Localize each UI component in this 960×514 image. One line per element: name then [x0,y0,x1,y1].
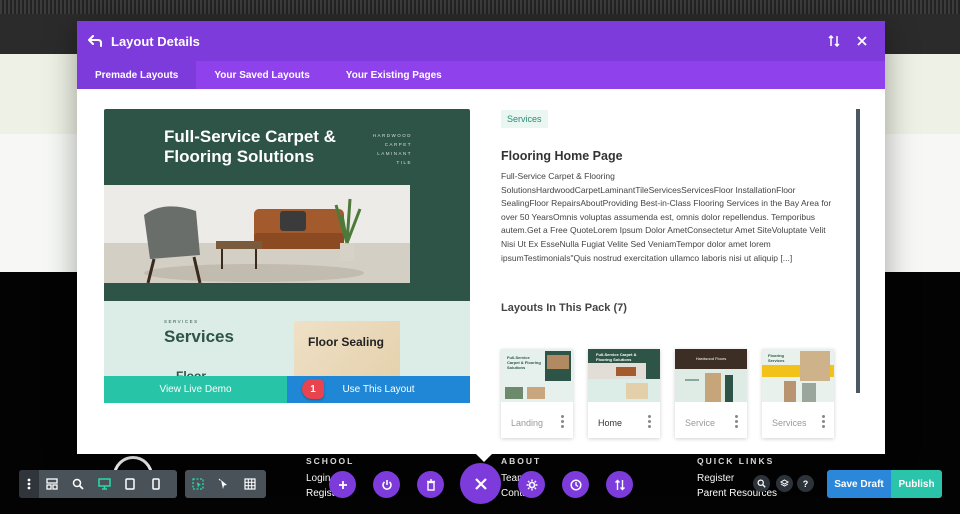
view-live-demo-button[interactable]: View Live Demo [104,376,287,403]
footer-heading: SCHOOL [306,456,355,466]
sort-arrows-icon[interactable] [827,34,841,48]
more-options-icon[interactable] [735,415,738,428]
settings-gear-icon[interactable] [518,471,545,498]
thumb-title: Hardwood Floors [695,356,727,361]
layout-preview-image: Full-Service Carpet & Flooring Solutions… [104,109,470,403]
tab-saved-layouts[interactable]: Your Saved Layouts [196,61,327,89]
phone-icon[interactable] [143,470,169,498]
publish-button[interactable]: Publish [891,470,942,498]
save-draft-button[interactable]: Save Draft [827,470,891,498]
layout-name: Flooring Home Page [501,149,623,163]
page-top-strip [0,0,960,14]
category-tag[interactable]: Services [501,110,548,128]
preview-room-photo [104,185,410,283]
pack-layout-services[interactable]: Flooring Services Services [762,349,834,438]
thumb-label: Landing [511,418,544,428]
preview-list-item: TILE [396,160,412,165]
more-options-icon[interactable] [561,415,564,428]
thumb-title: Full-Service Carpet & Flooring Solutions [507,355,541,370]
tablet-icon[interactable] [117,470,143,498]
layout-details-modal: Layout Details Premade Layouts Your Save… [77,21,885,454]
modal-title: Layout Details [111,33,200,49]
thumb-label: Home [598,418,623,428]
tab-premade-layouts[interactable]: Premade Layouts [77,61,197,89]
preview-hero-title: Full-Service Carpet & Flooring Solutions [164,127,336,166]
preview-list-item: HARDWOOD [372,133,412,138]
close-icon[interactable] [855,34,869,48]
thumb-title: Full-Service Carpet & Flooring Solutions [596,352,637,362]
preview-hero-list: HARDWOOD CARPET LAMINANT TILE [373,131,412,167]
zoom-icon[interactable] [65,470,91,498]
thumb-label: Service [685,418,716,428]
preview-hero: Full-Service Carpet & Flooring Solutions… [104,109,470,301]
modal-pointer [476,454,492,462]
power-icon[interactable] [373,471,400,498]
history-clock-icon[interactable] [562,471,589,498]
thumb-image: Hardwood Floors [675,349,747,402]
menu-dots-icon[interactable] [19,470,39,498]
back-arrow-icon[interactable] [87,33,103,49]
layers-icon[interactable] [776,475,793,492]
click-mode-icon[interactable] [185,470,211,498]
step-badge: 1 [302,379,324,399]
editor-mode-toolbar [185,470,266,498]
desktop-icon[interactable] [91,470,117,498]
thumb-label: Services [772,418,807,428]
thumb-image: Full-Service Carpet & Flooring Solutions [588,349,660,402]
preview-list-item: LAMINANT [377,151,412,156]
search-icon[interactable] [753,475,770,492]
pack-title: Layouts In This Pack (7) [501,302,627,314]
preview-card-title: Floor Sealing [308,335,385,349]
help-icon[interactable]: ? [797,475,814,492]
thumb-image: Flooring Services [762,349,834,402]
layout-info: Services Flooring Home Page Full-Service… [501,109,837,265]
more-options-icon[interactable] [822,415,825,428]
modal-tabs: Premade Layouts Your Saved Layouts Your … [77,61,885,89]
footer-heading: ABOUT [501,456,542,466]
more-options-icon[interactable] [648,415,651,428]
preview-list-item: CARPET [384,142,412,147]
scrollbar[interactable] [856,109,860,393]
hover-mode-icon[interactable] [211,470,237,498]
grid-mode-icon[interactable] [237,470,263,498]
thumb-image: Full-Service Carpet & Flooring Solutions [501,349,573,402]
preview-section-small: SERVICES [164,319,199,324]
modal-header: Layout Details [77,21,885,61]
pack-layout-landing[interactable]: Full-Service Carpet & Flooring Solutions… [501,349,573,438]
tab-existing-pages[interactable]: Your Existing Pages [328,61,460,89]
portability-icon[interactable] [606,471,633,498]
layout-description: Full-Service Carpet & Flooring Solutions… [501,171,832,263]
thumb-title: Flooring Services [768,353,785,363]
trash-icon[interactable] [417,471,444,498]
pack-layout-home[interactable]: Full-Service Carpet & Flooring Solutions… [588,349,660,438]
wireframe-icon[interactable] [39,470,65,498]
modal-body: Full-Service Carpet & Flooring Solutions… [77,89,885,454]
add-icon[interactable] [329,471,356,498]
close-builder-icon[interactable] [460,463,501,504]
view-mode-toolbar [19,470,177,498]
preview-section-title: Services [164,327,234,346]
pack-layout-service[interactable]: Hardwood Floors Service [675,349,747,438]
footer-heading: QUICK LINKS [697,456,775,466]
